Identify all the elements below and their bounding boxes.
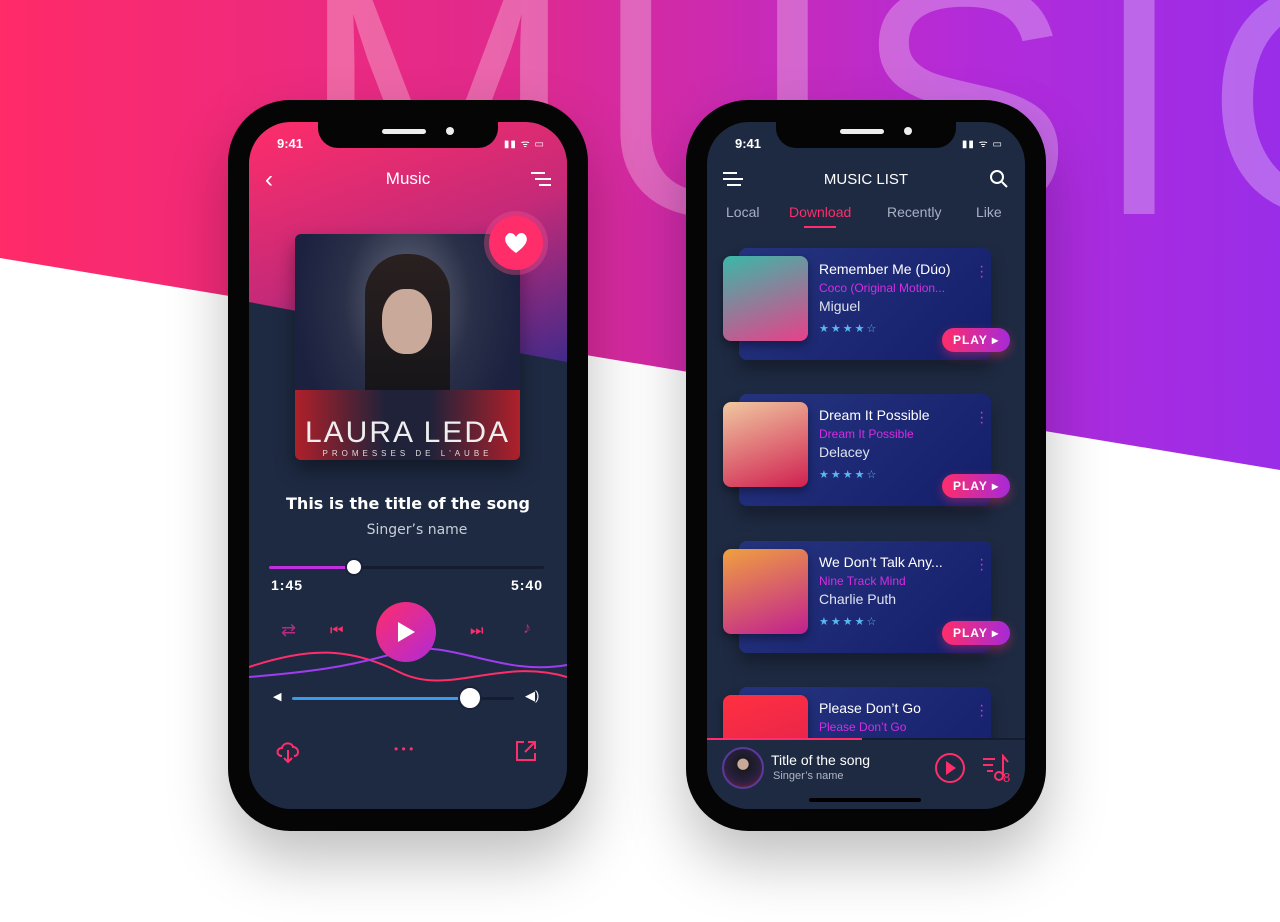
volume-high-icon: ◀) xyxy=(525,688,540,703)
phone-player: 9:41 ▮▮ ᯤ ▭ ‹ Music LAURA LEDA PROMESSES… xyxy=(228,100,588,831)
next-icon[interactable]: ⏭ xyxy=(470,622,484,639)
mini-play-button[interactable] xyxy=(934,752,966,784)
duration-time: 5:40 xyxy=(510,577,543,593)
list-screen: 9:41 ▮▮ ᯤ ▭ MUSIC LIST Local Download Re… xyxy=(707,122,1025,809)
song-title: Remember Me (Dúo) xyxy=(819,261,951,277)
download-cloud-icon[interactable] xyxy=(275,738,301,764)
song-thumbnail xyxy=(723,256,808,341)
status-icons: ▮▮ ᯤ ▭ xyxy=(503,139,545,150)
status-icons: ▮▮ ᯤ ▭ xyxy=(961,139,1003,150)
share-icon[interactable] xyxy=(515,740,537,762)
heart-icon xyxy=(505,233,527,253)
mini-title: Title of the song xyxy=(771,752,871,768)
status-time: 9:41 xyxy=(277,136,304,151)
star-rating: ★★★★☆ xyxy=(819,469,879,481)
song-album: Nine Track Mind xyxy=(819,574,906,588)
page-title: Music xyxy=(385,169,431,188)
volume-knob[interactable] xyxy=(457,686,482,710)
singer-name: Singer’s name xyxy=(366,522,468,538)
elapsed-time: 1:45 xyxy=(271,577,304,593)
queue-count: 8 xyxy=(1003,770,1011,785)
tab-recently[interactable]: Recently xyxy=(887,204,941,220)
progress-knob[interactable] xyxy=(344,558,363,576)
song-thumbnail xyxy=(723,549,808,634)
mini-avatar xyxy=(722,747,764,789)
mini-progress xyxy=(707,738,862,740)
song-title: Please Don’t Go xyxy=(819,700,921,716)
album-art-subtitle: PROMESSES DE L'AUBE xyxy=(322,449,493,458)
tab-download[interactable]: Download xyxy=(789,204,851,228)
play-button[interactable] xyxy=(376,602,436,662)
notch xyxy=(318,122,498,148)
song-artist: Delacey xyxy=(819,444,870,460)
favorite-button[interactable] xyxy=(489,216,543,270)
volume-slider[interactable] xyxy=(292,686,514,710)
song-artist: Miguel xyxy=(819,298,861,314)
album-art-artist: LAURA LEDA xyxy=(304,416,511,449)
play-icon xyxy=(398,622,415,642)
star-rating: ★★★★☆ xyxy=(819,616,879,628)
search-icon[interactable] xyxy=(989,169,1009,189)
album-art: LAURA LEDA PROMESSES DE L'AUBE xyxy=(295,234,520,460)
menu-icon[interactable] xyxy=(529,170,553,188)
mini-singer: Singer’s name xyxy=(773,770,844,782)
progress-bar[interactable] xyxy=(269,558,544,576)
notch xyxy=(776,122,956,148)
song-title: Dream It Possible xyxy=(819,407,930,423)
tab-like[interactable]: Like xyxy=(976,204,1002,220)
tab-label: Download xyxy=(789,204,852,220)
previous-icon[interactable]: ⏮ xyxy=(330,622,344,639)
star-rating: ★★★★☆ xyxy=(819,323,879,335)
volume-fill xyxy=(292,697,470,700)
page-title: MUSIC LIST xyxy=(823,171,909,188)
phone-music-list: 9:41 ▮▮ ᯤ ▭ MUSIC LIST Local Download Re… xyxy=(686,100,1046,831)
volume-low-icon: ◀ xyxy=(273,691,282,703)
song-album: Please Don’t Go xyxy=(819,720,907,734)
home-indicator xyxy=(809,798,921,802)
song-thumbnail xyxy=(723,402,808,487)
play-button[interactable]: PLAY ▸ xyxy=(942,328,1010,352)
song-album: Coco (Original Motion... xyxy=(819,281,946,295)
song-title: We Don’t Talk Any... xyxy=(819,554,943,570)
status-time: 9:41 xyxy=(735,136,762,151)
play-button[interactable]: PLAY ▸ xyxy=(942,474,1010,498)
song-more-icon[interactable]: · · · xyxy=(979,405,984,431)
player-screen: 9:41 ▮▮ ᯤ ▭ ‹ Music LAURA LEDA PROMESSES… xyxy=(249,122,567,809)
playlist-icon[interactable]: ♪ xyxy=(523,620,531,638)
play-button[interactable]: PLAY ▸ xyxy=(942,621,1010,645)
repeat-icon[interactable]: ⇄ xyxy=(281,620,296,641)
song-more-icon[interactable]: · · · xyxy=(979,698,984,724)
song-title: This is the title of the song xyxy=(286,494,530,513)
more-button[interactable]: • • • xyxy=(394,742,413,756)
tab-local[interactable]: Local xyxy=(726,204,759,220)
song-more-icon[interactable]: · · · xyxy=(979,552,984,578)
song-album: Dream It Possible xyxy=(819,427,914,441)
song-more-icon[interactable]: · · · xyxy=(979,259,984,285)
song-artist: Charlie Puth xyxy=(819,591,897,607)
progress-fill xyxy=(269,566,354,569)
